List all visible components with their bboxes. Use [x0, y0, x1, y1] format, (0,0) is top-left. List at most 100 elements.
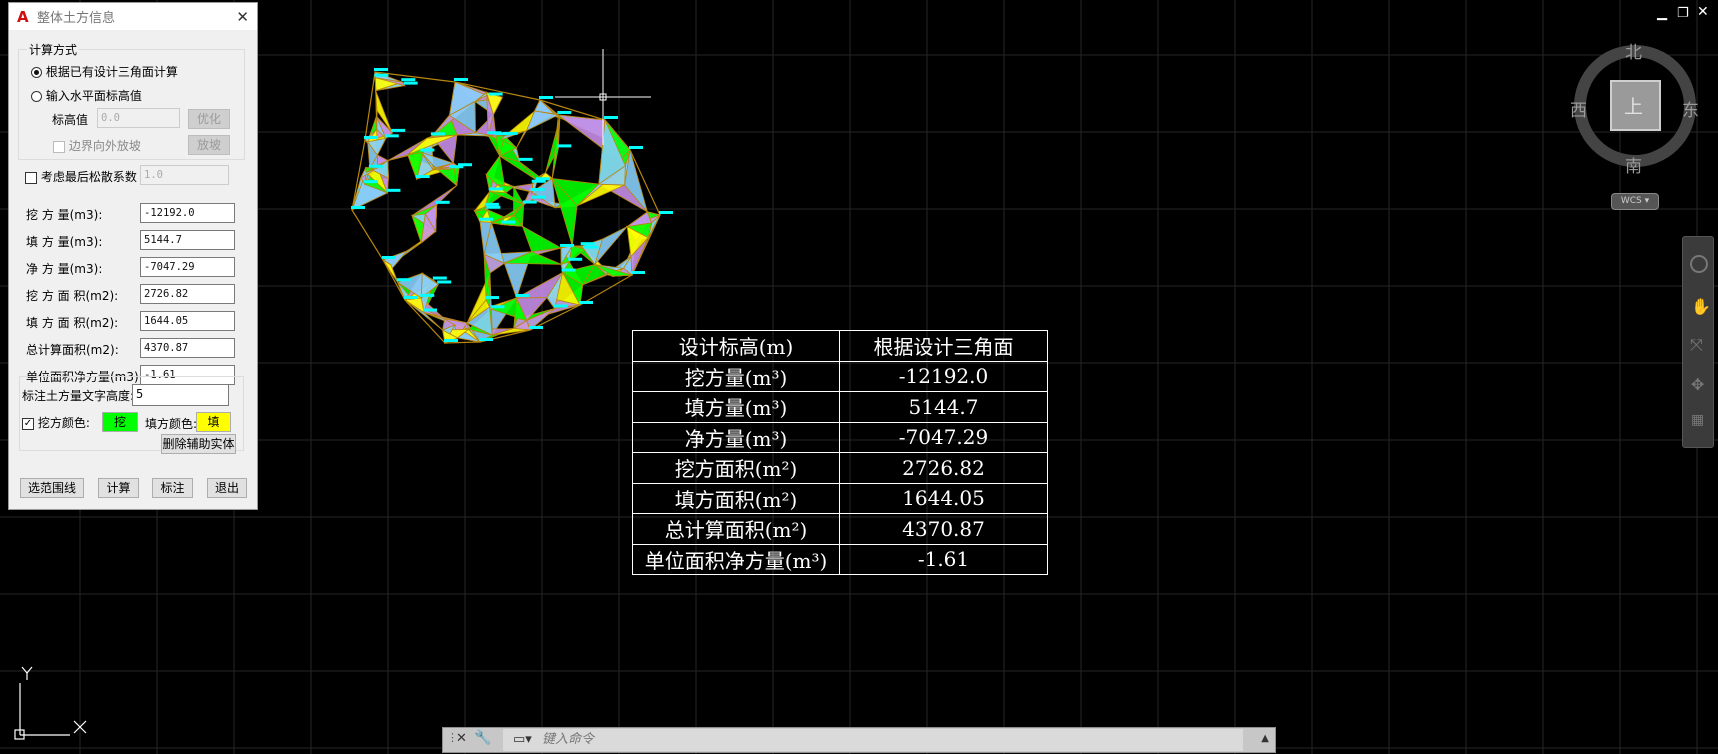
elevation-point-marker — [386, 188, 401, 192]
elevation-label: 标高值 — [52, 113, 89, 127]
elevation-point-marker — [422, 308, 437, 312]
earthwork-result-table: 设计标高(m) 根据设计三角面 挖方量(m³) -12192.0 填方量(m³) 5144… — [632, 330, 1048, 575]
elevation-point-marker — [437, 280, 452, 284]
wcs-menu-button[interactable]: WCS ▾ — [1611, 193, 1659, 210]
orbit-icon[interactable]: ✥ — [1691, 375, 1704, 394]
fill-color-swatch[interactable]: 填 — [196, 412, 231, 432]
elevation-point-marker — [488, 92, 503, 96]
result-table-row: 挖方面积(m²) 2726.82 — [632, 452, 1048, 484]
command-history-icon[interactable]: ▭▾ — [513, 732, 532, 747]
slope-out-checkbox[interactable]: 边界向外放坡 — [53, 137, 141, 154]
chevron-up-icon[interactable]: ▲ — [1261, 733, 1269, 744]
elevation-point-marker — [435, 200, 450, 204]
result-table-value: 1644.05 — [839, 482, 1048, 514]
customize-wrench-icon[interactable]: 🔧 — [474, 730, 491, 746]
elevation-point-marker — [522, 200, 537, 204]
result-value-field[interactable]: 4370.87 — [140, 338, 235, 358]
viewcube-south[interactable]: 南 — [1625, 152, 1642, 177]
elevation-point-marker — [494, 132, 509, 136]
dialog-titlebar[interactable]: A 整体土方信息 ✕ — [9, 3, 257, 30]
result-table-label: 单位面积净方量(m³) — [632, 543, 840, 575]
result-table-value: 2726.82 — [839, 452, 1048, 484]
ucs-icon — [14, 666, 87, 740]
radio-button[interactable] — [31, 91, 42, 102]
elevation-point-marker — [382, 256, 396, 259]
elevation-point-marker — [404, 296, 418, 299]
minimize-icon[interactable]: ▁ — [1657, 6, 1667, 21]
cut-color-swatch[interactable]: 挖 — [102, 412, 138, 432]
elevation-point-marker — [631, 271, 645, 274]
result-value-field[interactable]: -12192.0 — [140, 203, 235, 223]
result-table-label: 填方面积(m²) — [632, 482, 840, 514]
restore-icon[interactable]: ❐ — [1677, 6, 1689, 21]
viewcube-west[interactable]: 西 — [1570, 96, 1587, 121]
elevation-point-marker — [420, 148, 435, 152]
checkbox[interactable] — [53, 140, 65, 153]
command-input[interactable]: ▭▾ 键入命令 — [503, 729, 1243, 751]
slope-button[interactable]: 放坡 — [188, 135, 230, 155]
viewcube-top-face[interactable]: 上 — [1624, 92, 1643, 119]
cut-color-checkbox[interactable]: ✓ 挖方颜色: — [22, 414, 90, 431]
annotate-button[interactable]: 标注 — [152, 478, 193, 498]
checkbox[interactable] — [25, 171, 37, 184]
pan-hand-icon[interactable]: ✋ — [1691, 297, 1711, 316]
result-table-row: 净方量(m³) -7047.29 — [632, 421, 1048, 453]
result-label: 净 方 量(m3): — [26, 262, 103, 276]
checkbox-checked[interactable]: ✓ — [22, 417, 34, 430]
result-table-label: 填方量(m³) — [632, 391, 840, 423]
elevation-point-marker — [515, 293, 530, 297]
radio-design-tin[interactable]: 根据已有设计三角面计算 — [31, 63, 178, 80]
result-value-field[interactable]: 2726.82 — [140, 284, 235, 304]
result-table-row: 总计算面积(m²) 4370.87 — [632, 513, 1048, 545]
elevation-point-marker — [529, 326, 543, 329]
exit-button[interactable]: 退出 — [207, 478, 247, 498]
viewcube-north[interactable]: 北 — [1625, 38, 1642, 63]
result-label: 填 方 面 积(m2): — [26, 316, 119, 330]
delete-aux-button[interactable]: 删除辅助实体 — [161, 434, 236, 454]
elevation-point-marker — [432, 276, 447, 280]
optimize-button[interactable]: 优化 — [188, 109, 230, 129]
steering-wheel-icon[interactable] — [1690, 255, 1708, 273]
command-placeholder: 键入命令 — [541, 732, 594, 747]
radio-button-selected[interactable] — [31, 67, 42, 78]
result-value-field[interactable]: 1644.05 — [140, 311, 235, 331]
result-table-value: 5144.7 — [839, 391, 1048, 423]
radio-input-plane[interactable]: 输入水平面标高值 — [31, 87, 142, 104]
elevation-point-marker — [560, 243, 575, 247]
zoom-extents-icon[interactable]: ⤧ — [1690, 335, 1703, 355]
result-value-field[interactable]: 5144.7 — [140, 230, 235, 250]
dialog-title: 整体土方信息 — [37, 11, 116, 26]
result-label: 挖 方 面 积(m2): — [26, 289, 119, 303]
elevation-point-marker — [604, 116, 618, 119]
calc-button[interactable]: 计算 — [98, 478, 139, 498]
elevation-point-marker — [486, 205, 501, 209]
elevation-point-marker — [659, 211, 673, 214]
elevation-point-marker — [539, 96, 553, 99]
close-icon[interactable]: ✕ — [456, 731, 467, 746]
showmotion-icon[interactable]: ▦ — [1691, 412, 1704, 428]
elevation-point-marker — [579, 301, 593, 304]
elevation-point-marker — [478, 217, 493, 221]
elevation-point-marker — [415, 175, 430, 179]
chevron-down-icon: ▾ — [1644, 196, 1650, 206]
text-height-input[interactable]: 5 — [132, 384, 229, 406]
elevation-point-marker — [531, 195, 546, 199]
elevation-point-marker — [488, 187, 503, 191]
close-icon[interactable]: ✕ — [1697, 4, 1709, 20]
result-table-value: -12192.0 — [839, 360, 1048, 392]
select-boundary-button[interactable]: 选范围线 — [20, 478, 84, 498]
result-value-field[interactable]: -7047.29 — [140, 257, 235, 277]
command-line-bar: ⋮ ✕ 🔧 ▭▾ 键入命令 ▲ — [442, 727, 1276, 753]
elevation-point-marker — [368, 164, 383, 168]
loose-factor-checkbox[interactable]: 考虑最后松散系数 — [25, 168, 137, 185]
result-label: 填 方 量(m3): — [26, 235, 103, 249]
calc-method-label: 计算方式 — [27, 41, 80, 58]
loose-factor-input[interactable]: 1.0 — [140, 165, 229, 185]
close-icon[interactable]: ✕ — [236, 8, 249, 26]
elevation-point-marker — [374, 73, 389, 77]
elevation-input[interactable]: 0.0 — [97, 108, 180, 128]
viewcube-east[interactable]: 东 — [1682, 96, 1699, 121]
cut-color-label: 挖方颜色: — [37, 416, 90, 430]
elevation-point-marker — [530, 187, 545, 191]
elevation-point-marker — [363, 180, 378, 184]
